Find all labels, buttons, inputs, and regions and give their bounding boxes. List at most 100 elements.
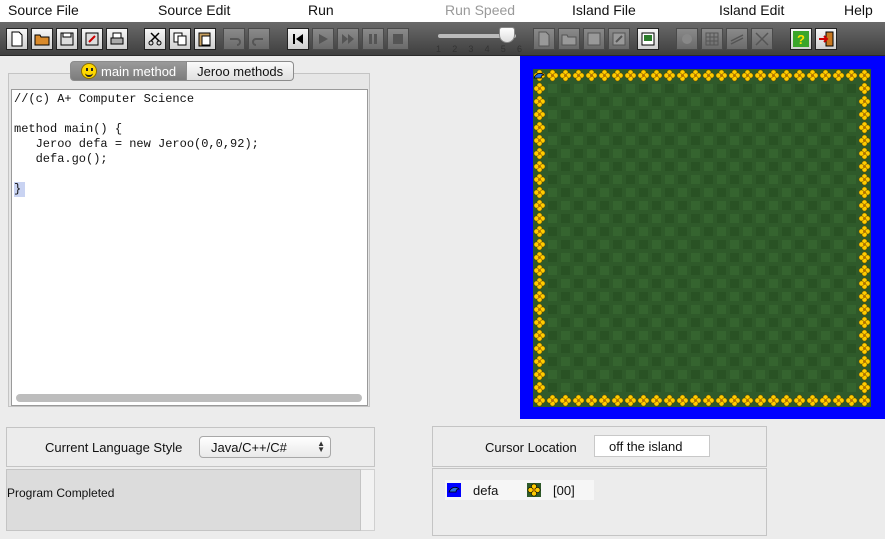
net-tool-icon [755,32,769,46]
editor-tabs: main method Jeroo methods [70,61,295,81]
island-grid [533,69,871,407]
save-icon [60,32,74,46]
print-island-button[interactable] [637,28,659,50]
paste-button[interactable] [194,28,216,50]
skip-back-icon [293,34,303,44]
speed-tick-2: 2 [452,44,458,54]
redo-icon [252,38,263,46]
select-arrows-icon: ▲ ▼ [317,439,325,454]
save-island-icon [587,32,601,46]
redo-button[interactable] [248,28,270,50]
folder-icon [34,34,50,46]
message-scrollbar[interactable] [361,469,375,531]
copy-button[interactable] [169,28,191,50]
cursor-location-label: Cursor Location [485,440,577,455]
code-line: defa.go(); [14,152,108,166]
pause-button[interactable] [362,28,384,50]
tab-jeroo-methods[interactable]: Jeroo methods [187,61,295,81]
jeroo-status-row: defa [00] [445,480,594,500]
open-island-button[interactable] [558,28,580,50]
new-island-icon [538,31,550,47]
scissors-icon [148,32,162,46]
language-style-value: Java/C++/C# [211,440,287,455]
language-style-label: Current Language Style [45,440,183,455]
cut-button[interactable] [144,28,166,50]
island-grid-button[interactable] [701,28,723,50]
menu-run-speed[interactable]: Run Speed [445,2,515,18]
code-line: //(c) A+ Computer Science [14,92,195,106]
toolbar: 1 2 3 4 5 6 ? [0,22,885,56]
run-stepwise-button[interactable] [312,28,334,50]
jeroo-status-panel: defa [00] [432,468,767,536]
message-panel: Program Completed [6,469,361,531]
run-speed-ticks: 1 2 3 4 5 6 [436,44,522,54]
jeroo-name: defa [473,483,499,498]
code-line: Jeroo defa = new Jeroo(0,0,92); [14,137,259,151]
save-as-button[interactable] [81,28,103,50]
stop-button[interactable] [387,28,409,50]
speed-tick-4: 4 [484,44,490,54]
code-editor[interactable]: //(c) A+ Computer Science method main() … [11,89,368,406]
menu-help[interactable]: Help [844,2,873,18]
pause-icon [369,34,377,44]
island-flower-button[interactable] [676,28,698,50]
menu-source-file[interactable]: Source File [8,2,79,18]
fast-forward-icon [342,34,354,44]
print-button[interactable] [106,28,128,50]
speed-tick-3: 3 [468,44,474,54]
code-line-highlighted: } [14,182,26,197]
language-style-select[interactable]: Java/C++/C# ▲ ▼ [199,436,331,458]
water-tool-icon [730,34,744,45]
print-island-icon [641,32,655,46]
menu-run[interactable]: Run [308,2,334,18]
copy-icon [173,32,187,46]
save-island-as-icon [612,32,626,46]
menu-bar: Source File Source Edit Run Run Speed Is… [0,0,885,22]
menu-island-edit[interactable]: Island Edit [719,2,784,18]
flower-tool-icon [682,34,692,44]
print-icon [110,32,124,45]
svg-text:?: ? [797,32,805,47]
horizontal-scrollbar[interactable] [16,394,362,402]
save-island-button[interactable] [583,28,605,50]
new-file-icon [11,31,23,47]
save-as-icon [85,32,99,46]
speed-tick-5: 5 [500,44,506,54]
undo-icon [230,38,241,46]
island-net-button[interactable] [751,28,773,50]
status-message: Program Completed [7,486,115,500]
jeroo-flower-count: [00] [553,483,575,498]
open-file-button[interactable] [31,28,53,50]
menu-island-file[interactable]: Island File [572,2,636,18]
grid-icon [705,32,719,46]
language-panel: Current Language Style Java/C++/C# ▲ ▼ [6,427,375,467]
island-water-button[interactable] [726,28,748,50]
cursor-location-panel: Cursor Location off the island [432,426,767,467]
reset-button[interactable] [287,28,309,50]
new-island-button[interactable] [533,28,555,50]
run-continuous-button[interactable] [337,28,359,50]
flower-icon [527,483,541,497]
smiley-icon [81,63,97,79]
tab-jeroo-methods-label: Jeroo methods [197,63,284,79]
run-speed-slider-thumb[interactable] [499,27,515,43]
undo-button[interactable] [223,28,245,50]
save-file-button[interactable] [56,28,78,50]
jeroo-window: Source File Source Edit Run Run Speed Is… [0,0,885,539]
paste-icon [198,32,211,47]
menu-source-edit[interactable]: Source Edit [158,2,230,18]
tab-main-method[interactable]: main method [70,61,188,81]
island-map[interactable] [520,56,885,419]
code-line: method main() { [14,122,123,136]
open-island-icon [561,34,577,46]
exit-button[interactable] [815,28,837,50]
help-icon: ? [793,31,809,47]
save-island-as-button[interactable] [608,28,630,50]
help-button[interactable]: ? [790,28,812,50]
play-icon [319,34,328,44]
exit-icon [819,31,834,47]
stop-icon [393,34,403,44]
jeroo-icon [447,483,461,497]
new-file-button[interactable] [6,28,28,50]
speed-tick-6: 6 [516,44,522,54]
